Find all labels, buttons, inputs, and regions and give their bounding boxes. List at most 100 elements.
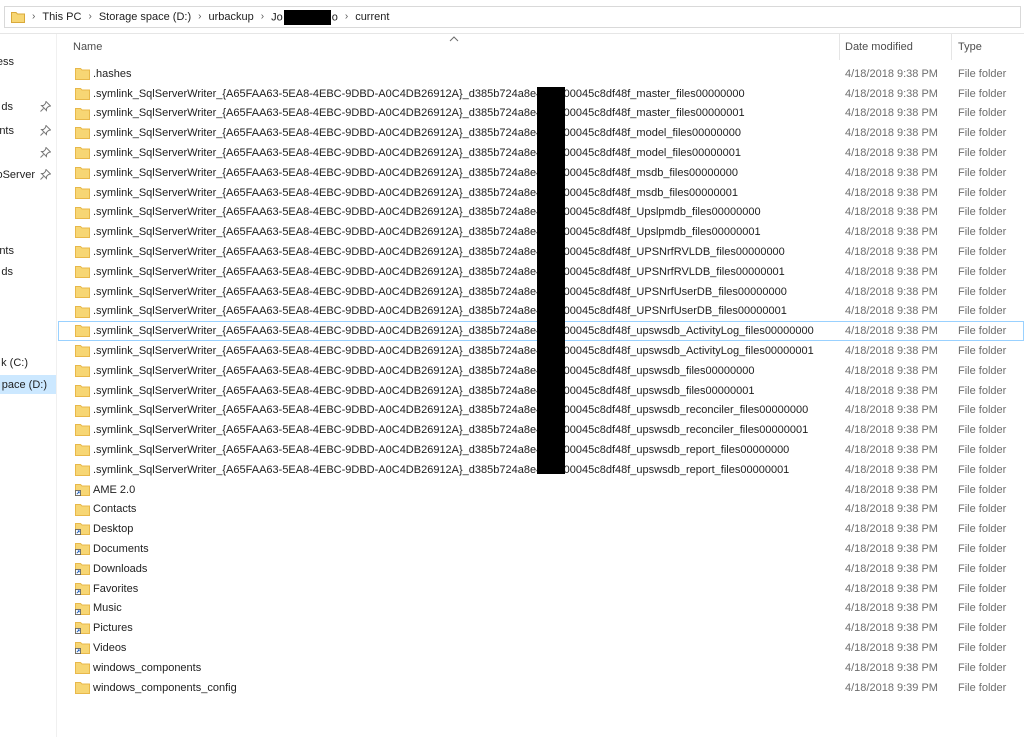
- pin-icon[interactable]: [40, 125, 51, 136]
- file-name: Desktop: [93, 523, 134, 536]
- table-row[interactable]: windows_components_config 4/18/2018 9:39 …: [58, 678, 1024, 698]
- pin-icon[interactable]: [40, 147, 51, 158]
- folder-shortcut-icon: [75, 483, 90, 496]
- chevron-right-icon[interactable]: ›: [261, 12, 264, 22]
- file-type: File folder: [958, 285, 1007, 298]
- address-bar-box[interactable]: › This PC › Storage space (D:) › urbacku…: [4, 6, 1021, 28]
- file-type: File folder: [958, 622, 1007, 635]
- file-date-modified: 4/18/2018 9:38 PM: [845, 127, 938, 140]
- nav-item-documents-2[interactable]: nts: [0, 241, 56, 260]
- table-row[interactable]: Favorites 4/18/2018 9:38 PM File folder: [58, 579, 1024, 599]
- file-date-modified: 4/18/2018 9:38 PM: [845, 404, 938, 417]
- table-row[interactable]: Music 4/18/2018 9:38 PM File folder: [58, 599, 1024, 619]
- file-name: .symlink_SqlServerWriter_{A65FAA63-5EA8-…: [93, 265, 785, 278]
- file-date-modified: 4/18/2018 9:38 PM: [845, 67, 938, 80]
- breadcrumb-storage-space[interactable]: Storage space (D:): [99, 11, 191, 23]
- file-name: Contacts: [93, 503, 137, 516]
- nav-item-documents[interactable]: nts: [0, 121, 56, 140]
- chevron-right-icon[interactable]: ›: [88, 12, 91, 22]
- file-name: Music: [93, 602, 122, 615]
- pin-icon[interactable]: [40, 101, 51, 112]
- pin-icon[interactable]: [40, 169, 51, 180]
- redaction-box: [283, 9, 331, 25]
- file-date-modified: 4/18/2018 9:39 PM: [845, 681, 938, 694]
- table-row[interactable]: .hashes 4/18/2018 9:38 PM File folder: [58, 64, 1024, 84]
- breadcrumb-user-prefix: Jo: [271, 10, 283, 23]
- file-date-modified: 4/18/2018 9:38 PM: [845, 463, 938, 476]
- file-type: File folder: [958, 67, 1007, 80]
- file-date-modified: 4/18/2018 9:38 PM: [845, 523, 938, 536]
- file-type: File folder: [958, 246, 1007, 259]
- folder-icon: [75, 305, 90, 318]
- table-row[interactable]: windows_components 4/18/2018 9:38 PM File …: [58, 658, 1024, 678]
- folder-icon: [75, 345, 90, 358]
- column-header-label: Date modified: [845, 41, 913, 53]
- file-name: .symlink_SqlServerWriter_{A65FAA63-5EA8-…: [93, 246, 785, 259]
- file-type: File folder: [958, 642, 1007, 654]
- nav-item-downloads-2[interactable]: ds: [0, 262, 56, 281]
- folder-shortcut-icon: [75, 543, 90, 556]
- breadcrumb-user-folder[interactable]: Jo o: [271, 9, 338, 25]
- table-row[interactable]: Documents 4/18/2018 9:38 PM File folder: [58, 539, 1024, 559]
- file-date-modified: 4/18/2018 9:38 PM: [845, 444, 938, 457]
- file-date-modified: 4/18/2018 9:38 PM: [845, 166, 938, 179]
- file-type: File folder: [958, 543, 1007, 556]
- breadcrumb-this-pc[interactable]: This PC: [42, 11, 81, 23]
- file-name: Downloads: [93, 562, 148, 575]
- table-row[interactable]: Videos 4/18/2018 9:38 PM File folder: [58, 638, 1024, 658]
- folder-shortcut-icon: [75, 622, 90, 635]
- file-type: File folder: [958, 107, 1007, 120]
- file-type: File folder: [958, 444, 1007, 457]
- file-name: Documents: [93, 543, 149, 556]
- nav-item-local-disk-c[interactable]: k (C:): [0, 353, 56, 372]
- column-header-name[interactable]: Name: [73, 34, 833, 60]
- file-name: .symlink_SqlServerWriter_{A65FAA63-5EA8-…: [93, 186, 738, 199]
- breadcrumb-current[interactable]: current: [355, 11, 389, 23]
- column-header-type[interactable]: Type: [958, 34, 1024, 60]
- file-name: .symlink_SqlServerWriter_{A65FAA63-5EA8-…: [93, 463, 790, 476]
- nav-item-label: ess: [0, 55, 14, 68]
- table-row[interactable]: Pictures 4/18/2018 9:38 PM File folder: [58, 618, 1024, 638]
- file-name: .symlink_SqlServerWriter_{A65FAA63-5EA8-…: [93, 424, 809, 437]
- nav-item-pictures[interactable]: [0, 143, 56, 162]
- folder-icon: [75, 404, 90, 417]
- nav-item-access[interactable]: ess: [0, 52, 56, 71]
- folder-icon: [75, 364, 90, 377]
- file-type: File folder: [958, 147, 1007, 160]
- breadcrumb-urbackup[interactable]: urbackup: [208, 11, 253, 23]
- file-name: .symlink_SqlServerWriter_{A65FAA63-5EA8-…: [93, 305, 787, 318]
- file-name: .symlink_SqlServerWriter_{A65FAA63-5EA8-…: [93, 285, 787, 298]
- folder-shortcut-icon: [75, 642, 90, 655]
- nav-item-label: ds: [1, 100, 13, 113]
- nav-item-label: pace (D:): [1, 378, 47, 391]
- table-row[interactable]: Desktop 4/18/2018 9:38 PM File folder: [58, 519, 1024, 539]
- chevron-right-icon[interactable]: ›: [198, 12, 201, 22]
- nav-item-downloads[interactable]: ds: [0, 97, 56, 116]
- file-date-modified: 4/18/2018 9:38 PM: [845, 325, 938, 338]
- column-divider[interactable]: [951, 34, 952, 60]
- redaction-box: [537, 87, 565, 474]
- file-date-modified: 4/18/2018 9:38 PM: [845, 186, 938, 199]
- file-date-modified: 4/18/2018 9:38 PM: [845, 543, 938, 556]
- chevron-right-icon[interactable]: ›: [345, 12, 348, 22]
- file-date-modified: 4/18/2018 9:38 PM: [845, 107, 938, 120]
- table-row[interactable]: AME 2.0 4/18/2018 9:38 PM File folder: [58, 480, 1024, 500]
- file-name: Videos: [93, 642, 127, 654]
- column-divider[interactable]: [839, 34, 840, 60]
- file-type: File folder: [958, 166, 1007, 179]
- file-type: File folder: [958, 463, 1007, 476]
- nav-item-storage-space-d[interactable]: pace (D:): [0, 375, 56, 394]
- table-row[interactable]: Downloads 4/18/2018 9:38 PM File folder: [58, 559, 1024, 579]
- file-type: File folder: [958, 265, 1007, 278]
- chevron-right-icon[interactable]: ›: [32, 12, 35, 22]
- table-row[interactable]: Contacts 4/18/2018 9:38 PM File folder: [58, 500, 1024, 520]
- nav-item-server[interactable]: oServer: [0, 165, 56, 184]
- file-name: Pictures: [93, 622, 133, 635]
- file-type: File folder: [958, 384, 1007, 397]
- folder-icon: [75, 166, 90, 179]
- column-headers: Name Date modified Type: [58, 34, 1024, 60]
- file-type: File folder: [958, 305, 1007, 318]
- column-header-date-modified[interactable]: Date modified: [845, 34, 950, 60]
- folder-icon: [75, 661, 90, 674]
- file-name: .hashes: [93, 67, 132, 80]
